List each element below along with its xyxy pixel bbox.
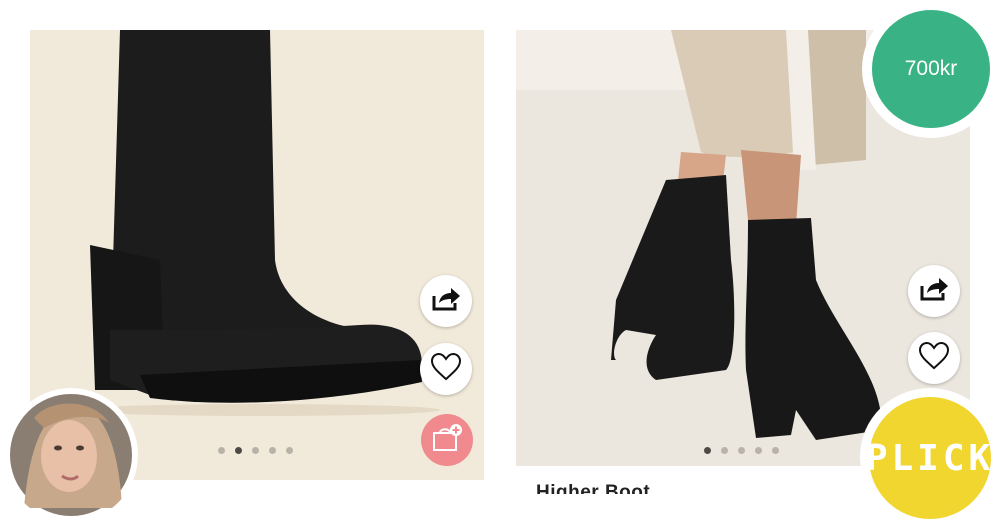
carousel-dot[interactable] <box>286 447 293 454</box>
carousel-dot[interactable] <box>721 447 728 454</box>
carousel-dot[interactable] <box>218 447 225 454</box>
image-carousel-dots[interactable] <box>218 447 293 454</box>
carousel-dot[interactable] <box>252 447 259 454</box>
carousel-dot[interactable] <box>738 447 745 454</box>
seller-avatar-photo <box>10 394 132 516</box>
carousel-dot[interactable] <box>269 447 276 454</box>
share-button-1[interactable] <box>420 275 472 327</box>
add-to-bag-button[interactable] <box>421 414 473 466</box>
product-title[interactable]: Higher Boot <box>536 480 650 494</box>
add-to-bag-icon <box>431 423 463 458</box>
carousel-dot[interactable] <box>755 447 762 454</box>
like-button-2[interactable] <box>908 332 960 384</box>
plick-button[interactable]: PLICK <box>860 388 1000 525</box>
share-icon <box>919 276 949 307</box>
heart-icon <box>430 352 462 386</box>
plick-label: PLICK <box>866 397 991 519</box>
price-badge: 700kr <box>862 0 1000 138</box>
carousel-dot-active[interactable] <box>704 447 711 454</box>
heart-icon <box>918 341 950 375</box>
share-button-2[interactable] <box>908 265 960 317</box>
price-text: 700kr <box>872 10 990 128</box>
like-button-1[interactable] <box>420 343 472 395</box>
share-icon <box>431 286 461 317</box>
seller-avatar[interactable] <box>4 388 138 522</box>
carousel-dot[interactable] <box>772 447 779 454</box>
image-carousel-dots[interactable] <box>704 447 779 454</box>
carousel-dot-active[interactable] <box>235 447 242 454</box>
